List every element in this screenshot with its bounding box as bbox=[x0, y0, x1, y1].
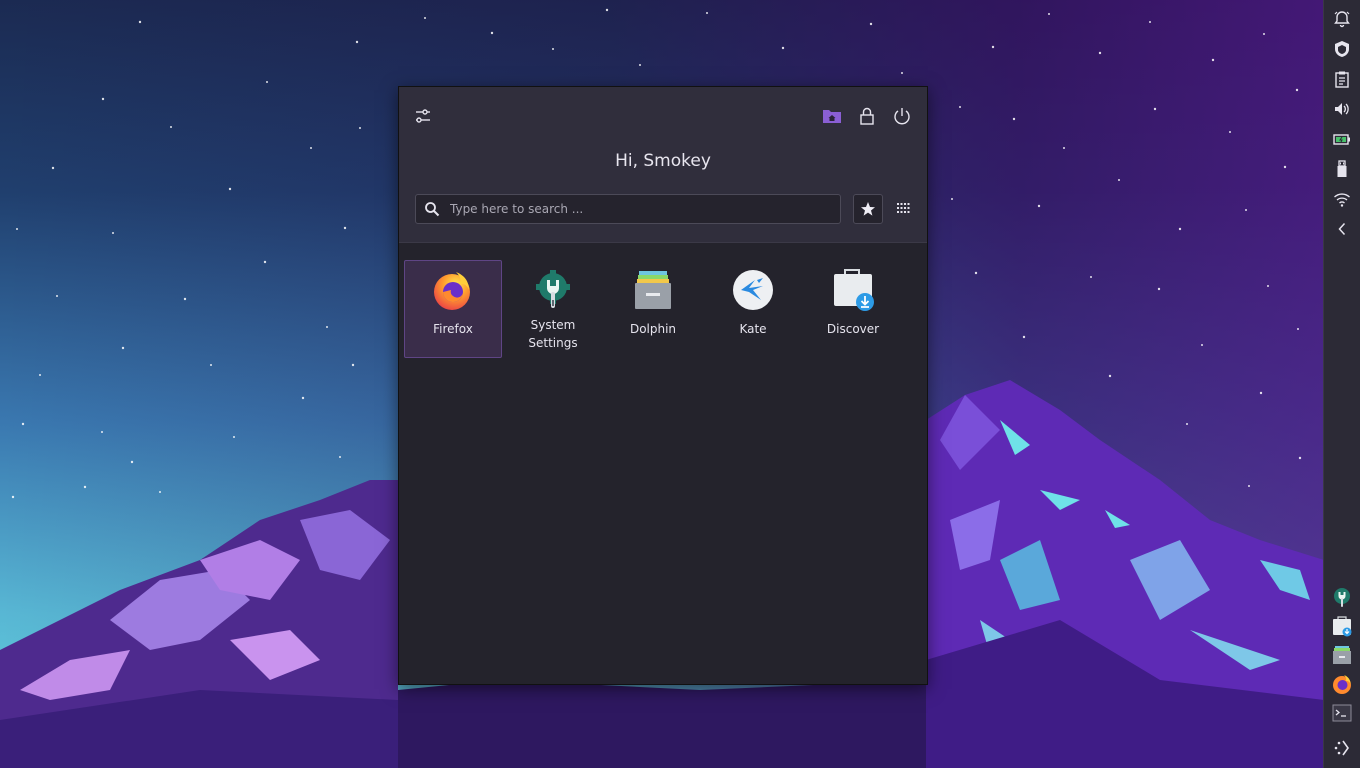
dolphin-icon bbox=[1333, 646, 1351, 664]
clipboard-icon bbox=[1335, 71, 1349, 88]
kate-icon bbox=[733, 270, 773, 310]
greeting-text: Hi, Smokey bbox=[615, 151, 711, 171]
notifications-icon bbox=[1334, 11, 1350, 28]
task-dolphin[interactable] bbox=[1330, 643, 1354, 667]
discover-icon bbox=[834, 269, 874, 311]
app-launcher-icon bbox=[1334, 740, 1349, 756]
power-button[interactable] bbox=[888, 102, 916, 130]
lock-button[interactable] bbox=[853, 102, 881, 130]
expand-tray-button[interactable] bbox=[1331, 218, 1353, 240]
wifi-icon bbox=[1334, 193, 1350, 207]
search-icon bbox=[425, 202, 440, 217]
vault-icon bbox=[1335, 41, 1349, 57]
lock-icon bbox=[860, 107, 874, 125]
app-label: Dolphin bbox=[629, 322, 677, 336]
power-icon bbox=[894, 108, 910, 125]
search-field[interactable] bbox=[415, 194, 841, 224]
system-settings-icon bbox=[536, 270, 570, 308]
all-apps-button[interactable] bbox=[889, 194, 917, 222]
star-icon bbox=[861, 202, 875, 216]
app-label: Discover bbox=[826, 322, 880, 336]
volume-icon bbox=[1335, 103, 1349, 115]
notifications-button[interactable] bbox=[1331, 8, 1353, 30]
battery-button[interactable] bbox=[1331, 128, 1353, 150]
network-button[interactable] bbox=[1331, 188, 1353, 210]
task-discover[interactable] bbox=[1330, 614, 1354, 638]
terminal-icon bbox=[1332, 704, 1352, 722]
firefox-icon bbox=[1333, 675, 1351, 694]
app-label: Firefox bbox=[433, 322, 473, 336]
usb-icon bbox=[1337, 160, 1347, 177]
task-system-settings[interactable] bbox=[1330, 585, 1354, 609]
search-input[interactable] bbox=[448, 201, 832, 217]
home-folder-button[interactable] bbox=[818, 102, 846, 130]
dolphin-icon bbox=[635, 271, 671, 309]
home-folder-icon bbox=[823, 110, 841, 123]
side-panel bbox=[1323, 0, 1360, 768]
discover-icon bbox=[1333, 616, 1352, 637]
configure-icon bbox=[416, 109, 430, 123]
app-dolphin[interactable]: Dolphin bbox=[604, 260, 702, 358]
app-launcher-button[interactable] bbox=[1330, 736, 1354, 760]
clipboard-button[interactable] bbox=[1331, 68, 1353, 90]
favorites-button[interactable] bbox=[853, 194, 883, 224]
system-settings-icon bbox=[1334, 588, 1350, 607]
volume-button[interactable] bbox=[1331, 98, 1353, 120]
grid-icon bbox=[897, 203, 910, 213]
expand-arrow-icon bbox=[1338, 222, 1346, 236]
app-discover[interactable]: Discover bbox=[804, 260, 902, 358]
vault-button[interactable] bbox=[1331, 38, 1353, 60]
favorite-apps-grid: Firefox System Settings Dolphin Kate Dis… bbox=[404, 260, 904, 358]
app-system-settings[interactable]: System Settings bbox=[504, 260, 602, 358]
firefox-icon bbox=[434, 272, 470, 310]
configure-button[interactable] bbox=[409, 102, 437, 130]
app-label: Kate bbox=[739, 322, 767, 336]
task-terminal[interactable] bbox=[1330, 701, 1354, 725]
task-firefox[interactable] bbox=[1330, 672, 1354, 696]
battery-icon bbox=[1333, 134, 1350, 145]
app-label: System Settings bbox=[528, 318, 578, 350]
usb-device-button[interactable] bbox=[1331, 158, 1353, 180]
application-launcher: Hi, Smokey Type here to search ... Firef… bbox=[398, 86, 928, 685]
launcher-header: Hi, Smokey bbox=[399, 87, 927, 243]
app-kate[interactable]: Kate bbox=[704, 260, 802, 358]
app-firefox[interactable]: Firefox bbox=[404, 260, 502, 358]
